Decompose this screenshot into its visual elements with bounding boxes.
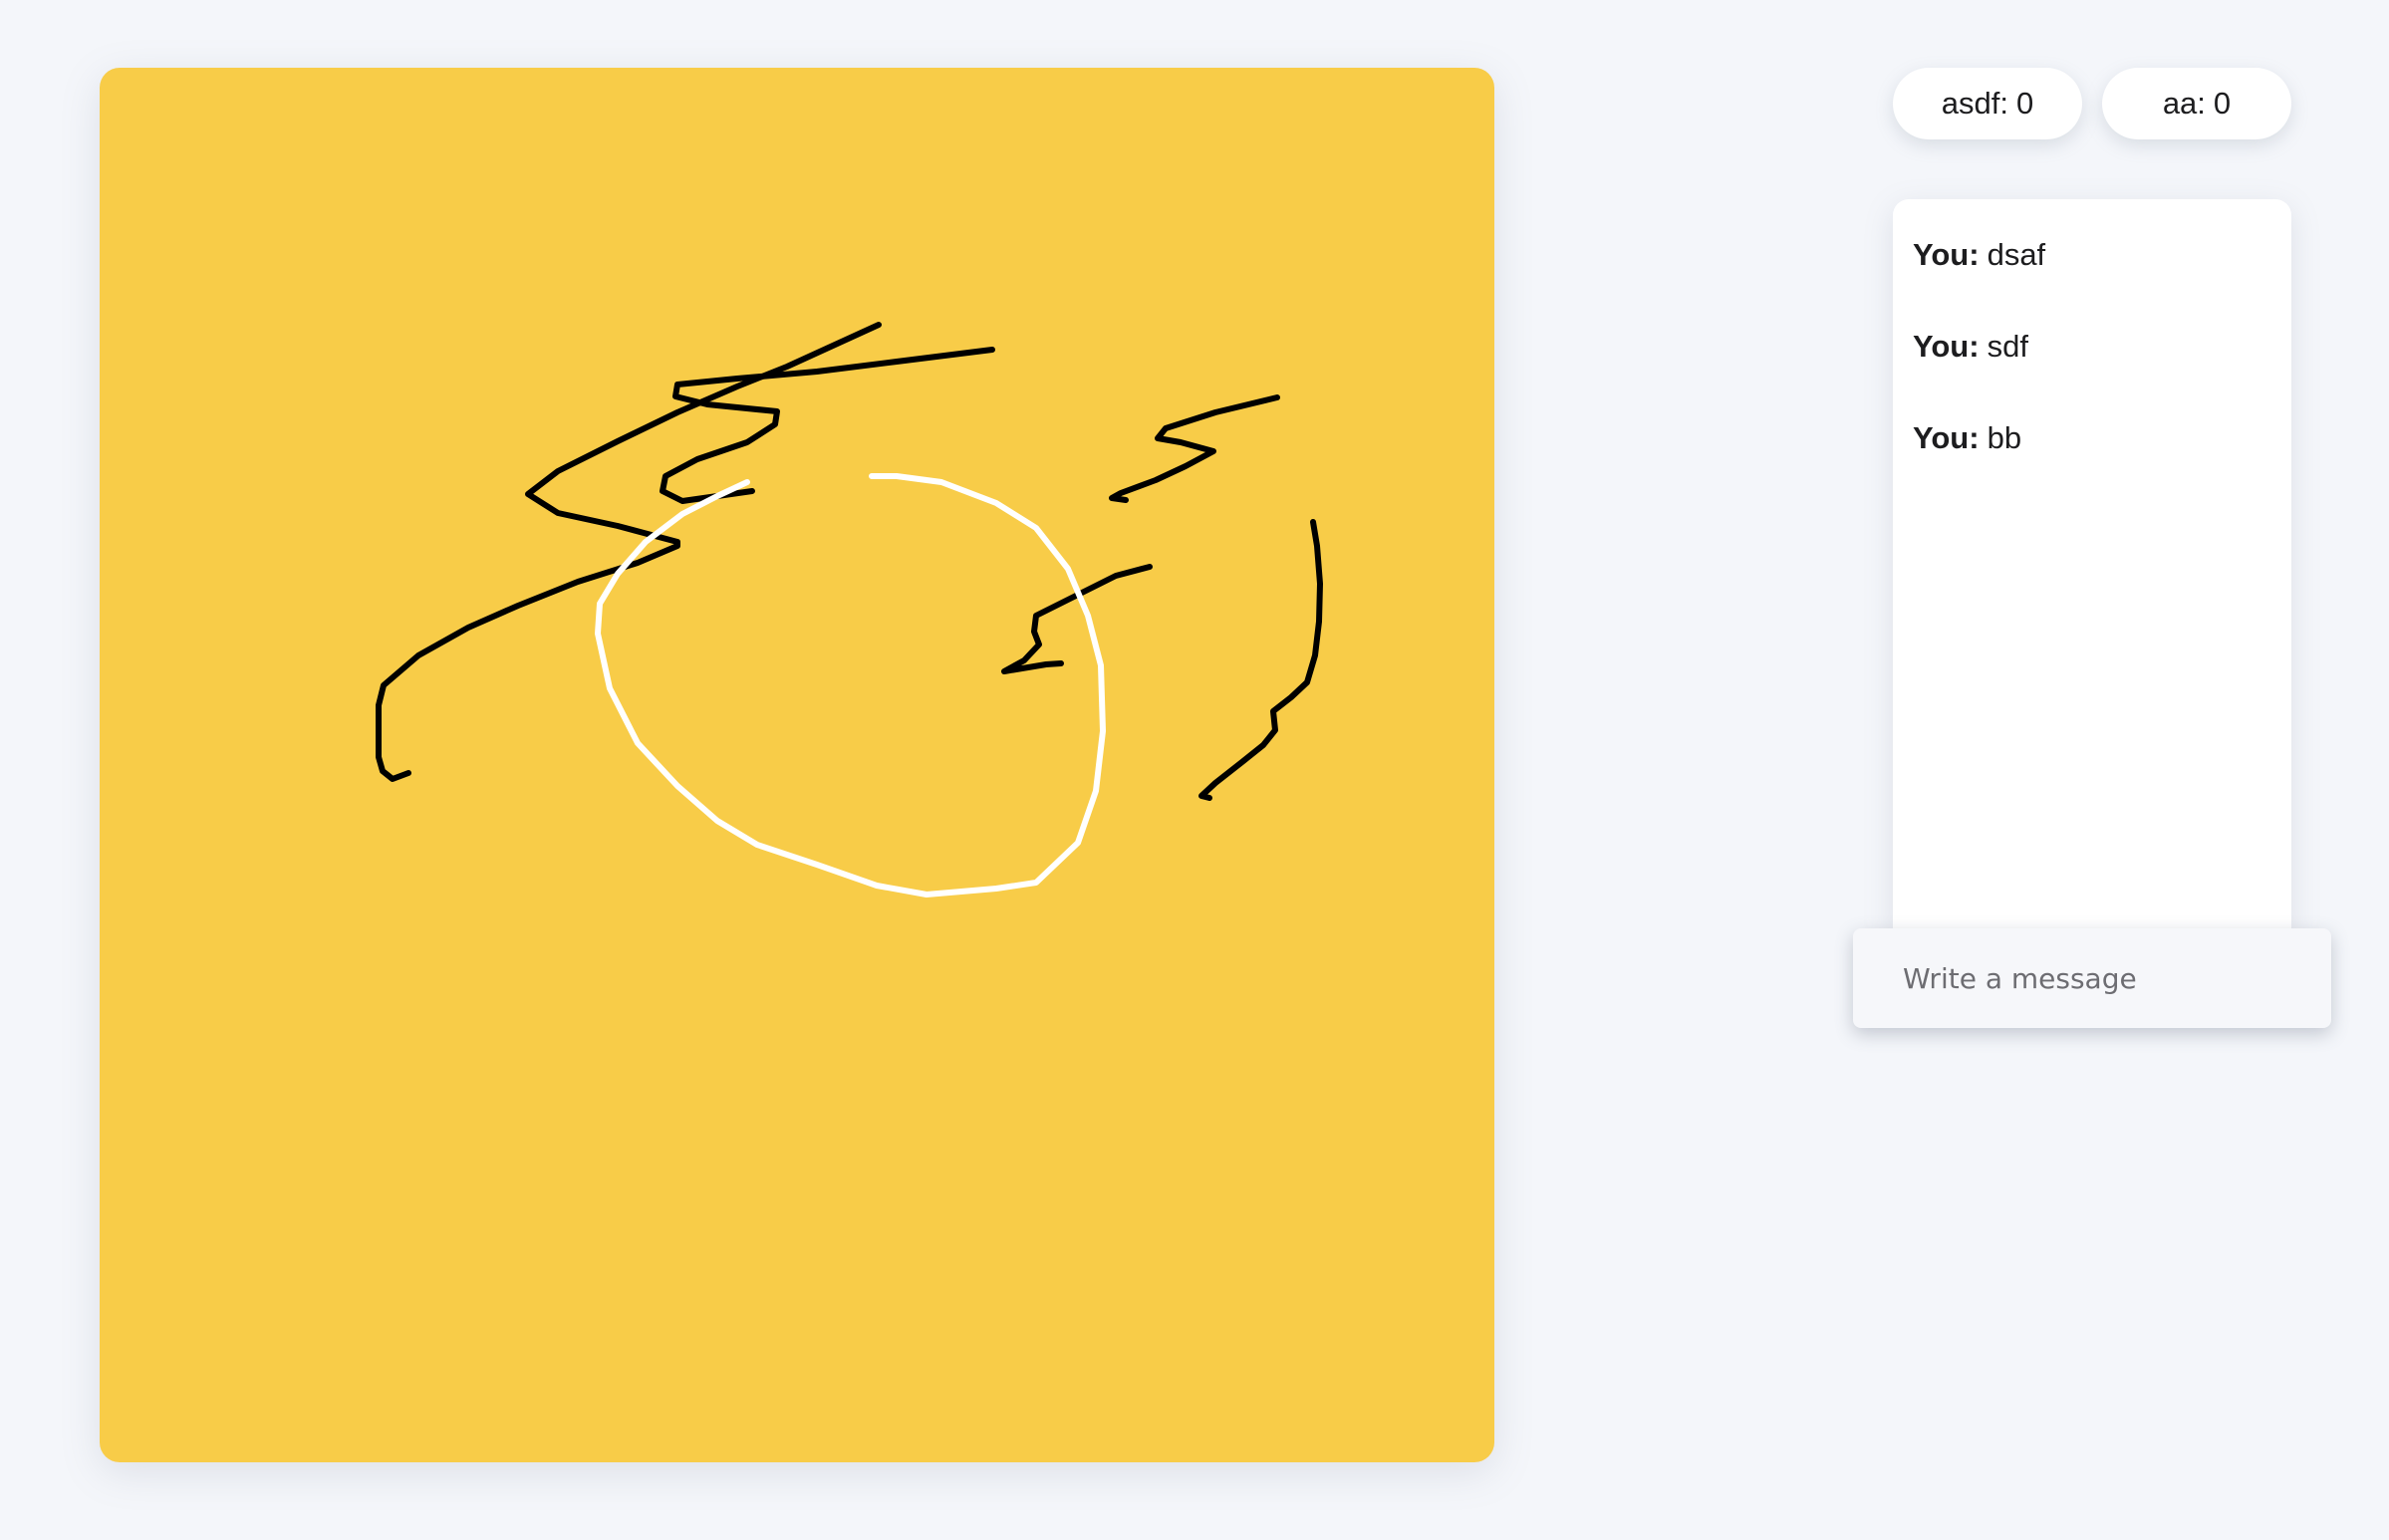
message-author: You:: [1913, 329, 1980, 364]
chat-message: You: dsaf: [1913, 233, 2271, 325]
message-author: You:: [1913, 237, 1980, 272]
message-text: sdf: [1987, 329, 2028, 364]
message-text: dsaf: [1987, 237, 2046, 272]
drawing-stroke: [1198, 519, 1323, 801]
score-separator: :: [2197, 86, 2206, 121]
drawing-stroke: [376, 322, 882, 782]
message-author: You:: [1913, 420, 1980, 455]
drawing-surface[interactable]: [100, 68, 1494, 1462]
chat-panel: You: dsaf You: sdf You: bb: [1893, 199, 2291, 936]
drawing-stroke: [1109, 394, 1280, 503]
chat-message: You: bb: [1913, 416, 2271, 508]
player-score: 0: [2015, 86, 2034, 121]
score-separator: :: [1999, 86, 2008, 121]
player-name: asdf: [1941, 86, 2000, 121]
chat-message-input[interactable]: [1853, 928, 2331, 1028]
drawing-canvas[interactable]: [100, 68, 1494, 1462]
player-name: aa: [2162, 86, 2198, 121]
player-score-badge: asdf:0: [1893, 68, 2082, 139]
message-text: bb: [1987, 420, 2022, 455]
chat-input-container: [1853, 928, 2331, 1028]
drawing-stroke: [660, 347, 995, 504]
chat-message: You: sdf: [1913, 325, 2271, 416]
player-score-badge: aa:0: [2102, 68, 2291, 139]
player-score: 0: [2213, 86, 2232, 121]
scoreboard: asdf:0 aa:0: [1893, 68, 2291, 139]
